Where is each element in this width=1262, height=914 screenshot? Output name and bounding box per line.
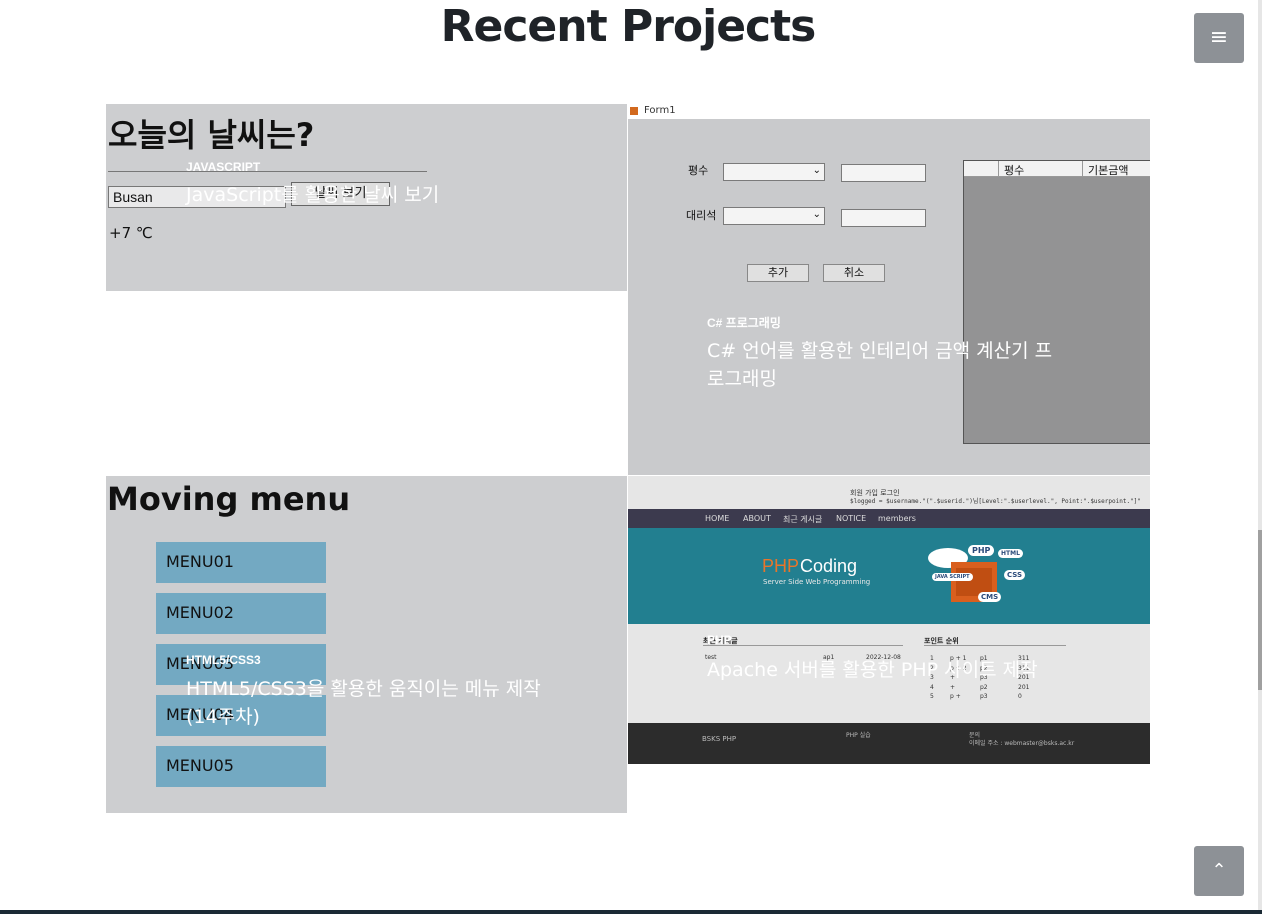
php-footer-right: 이메일 주소 : webmaster@bsks.ac.kr: [969, 740, 1075, 747]
php-badge: JAVA SCRIPT: [932, 573, 973, 581]
cancel-button[interactable]: 취소: [823, 264, 885, 282]
project-description: JavaScript를 활용한 날씨 보기: [186, 184, 440, 206]
php-nav-item: members: [878, 514, 916, 523]
project-category: C# 프로그래밍: [707, 316, 781, 330]
project-description: HTML5/CSS3을 활용한 움직이는 메뉴 제작 (14주차): [186, 678, 541, 728]
menu-item-2[interactable]: MENU02: [156, 593, 326, 634]
php-banner-title-accent: PHP: [762, 556, 800, 576]
php-nav-item: ABOUT: [743, 514, 771, 523]
weather-divider: [108, 171, 427, 172]
data-grid[interactable]: 평수 기본금액: [963, 160, 1150, 444]
pyeongsu-field[interactable]: [841, 164, 926, 182]
php-nav-item: NOTICE: [836, 514, 867, 523]
pyeongsu-select[interactable]: ⌄: [723, 163, 825, 181]
php-badge: PHP: [968, 545, 995, 556]
grid-header: 기본금액: [1088, 164, 1129, 177]
php-footer: BSKS PHP PHP 실습 문의 이메일 주소 : webmaster@bs…: [628, 723, 1150, 764]
php-badge: CMS: [978, 592, 1002, 602]
project-description: Apache 서버를 활용한 PHP 사이트 제작: [707, 659, 1038, 681]
php-nav-item: HOME: [705, 514, 730, 523]
menu-button[interactable]: ≡: [1194, 13, 1244, 63]
grid-header: 평수: [1004, 164, 1025, 177]
back-to-top-button[interactable]: ⌃: [1194, 846, 1244, 896]
agency-select[interactable]: ⌄: [723, 207, 825, 225]
project-description: C# 언어를 활용한 인테리어 금액 계산기 프로그래밍: [707, 340, 1053, 390]
label-pyeongsu: 평수: [688, 164, 709, 177]
chevron-up-icon: ⌃: [1211, 860, 1227, 881]
footer-bar: [0, 910, 1262, 914]
form-window-icon: [630, 107, 638, 115]
data-grid-header: 평수 기본금액: [964, 161, 1150, 177]
project-card-moving-menu[interactable]: Moving menu MENU01 MENU02 MENU03 MENU04 …: [106, 476, 627, 813]
php-banner: PHP Coding Server Side Web Programming P…: [628, 528, 1150, 624]
chevron-down-icon: ⌄: [812, 209, 821, 220]
menu-item-5[interactable]: MENU05: [156, 746, 326, 787]
scrollbar[interactable]: [1258, 0, 1262, 914]
project-card-php[interactable]: 회원 가입 로그인 $logged = $username."(".$useri…: [628, 476, 1150, 764]
add-button[interactable]: 추가: [747, 264, 809, 282]
php-footer-mid: PHP 실습: [846, 732, 871, 739]
form-title: Form1: [644, 105, 676, 116]
php-nav: HOME ABOUT 최근 게시글 NOTICE members: [628, 509, 1150, 528]
php-rank-row: 5p + p3 0: [930, 693, 1022, 700]
php-banner-title: Coding: [800, 556, 858, 576]
label-agency: 대리석: [686, 209, 717, 222]
weather-heading: 오늘의 날씨는?: [108, 116, 315, 154]
project-card-csharp[interactable]: Form1 평수 ⌄ 대리석 ⌄ 추가 취소 평수 기본금액 C# 프로그래밍 …: [628, 104, 1150, 475]
project-category: PHP: [707, 633, 732, 647]
page-title: Recent Projects: [440, 1, 817, 52]
menu-item-1[interactable]: MENU01: [156, 542, 326, 583]
php-badge: HTML: [998, 549, 1023, 558]
chevron-down-icon: ⌄: [812, 165, 821, 176]
temperature-value: +7 ℃: [109, 224, 153, 242]
php-nav-item: 최근 게시글: [783, 515, 823, 524]
project-category: HTML5/CSS3: [186, 653, 261, 667]
php-banner-sub: Server Side Web Programming: [763, 578, 871, 586]
scrollbar-thumb[interactable]: [1258, 530, 1262, 690]
hamburger-icon: ≡: [1209, 25, 1229, 50]
php-badge: CSS: [1004, 570, 1026, 580]
php-code-text: $logged = $username."(".$userid.")님[Leve…: [850, 498, 1141, 505]
project-category: JAVASCRIPT: [186, 160, 261, 174]
agency-field[interactable]: [841, 209, 926, 227]
project-card-weather[interactable]: 오늘의 날씨는? Busan 날씨 보기 +7 ℃ JAVASCRIPT Jav…: [106, 104, 627, 291]
php-footer-left: BSKS PHP: [702, 735, 737, 743]
form-titlebar: Form1: [628, 104, 1150, 119]
moving-menu-heading: Moving menu: [107, 480, 351, 518]
